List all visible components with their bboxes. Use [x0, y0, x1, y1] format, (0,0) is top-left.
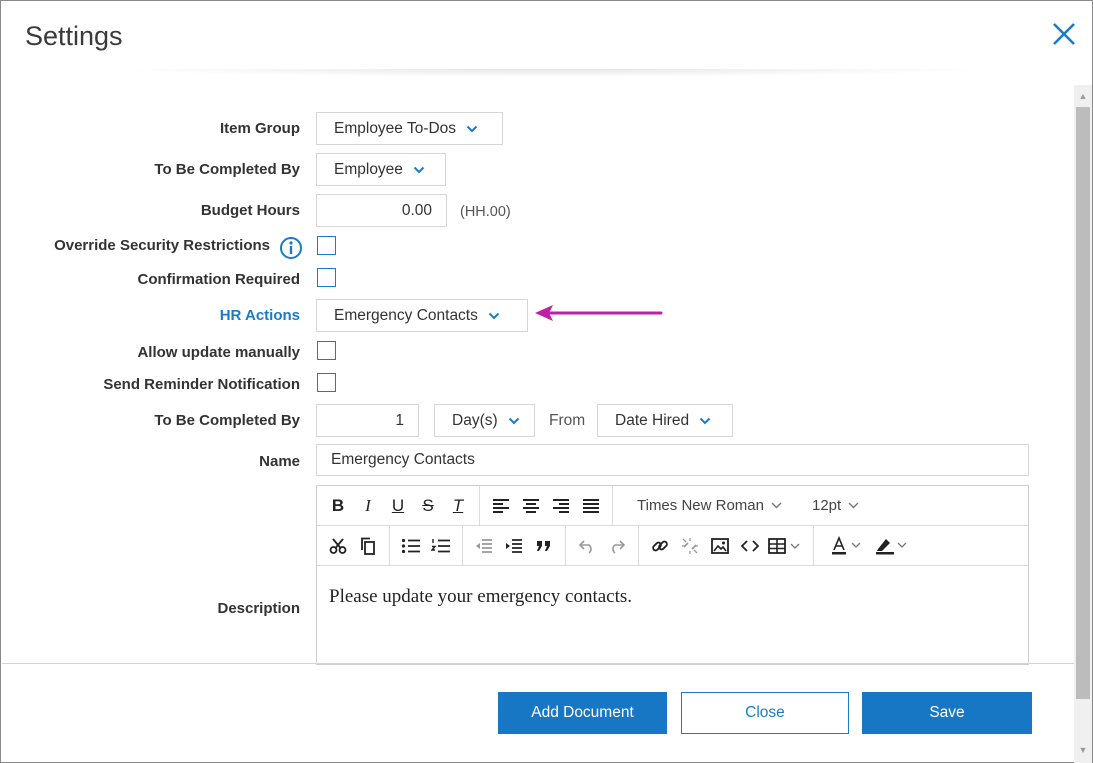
name-value: Emergency Contacts — [331, 451, 475, 468]
link-icon[interactable] — [645, 531, 675, 561]
alignment-group — [480, 485, 613, 526]
completed-by-value: Employee — [334, 160, 403, 178]
name-input[interactable]: Emergency Contacts — [316, 444, 1029, 476]
scrollbar-thumb[interactable] — [1076, 107, 1090, 699]
chevron-down-icon — [466, 125, 478, 132]
clear-format-button[interactable]: T — [443, 491, 473, 521]
copy-icon[interactable] — [353, 531, 383, 561]
outdent-icon[interactable] — [469, 531, 499, 561]
hr-actions-link[interactable]: HR Actions — [220, 307, 300, 324]
confirmation-required-label: Confirmation Required — [137, 271, 300, 288]
unlink-icon[interactable] — [675, 531, 705, 561]
scrollbar[interactable]: ▲ ▼ — [1074, 85, 1092, 763]
align-center-icon[interactable] — [516, 491, 546, 521]
from-label: From — [549, 412, 586, 429]
editor-toolbar-row-1: B I U S T Times New Roman 12pt — [317, 485, 1028, 526]
font-size-value: 12pt — [811, 497, 842, 514]
list-group — [390, 525, 463, 566]
add-document-button[interactable]: Add Document — [498, 692, 667, 734]
bullet-list-icon[interactable] — [396, 531, 426, 561]
allow-update-label: Allow update manually — [137, 344, 300, 361]
align-left-icon[interactable] — [486, 491, 516, 521]
italic-button[interactable]: I — [353, 491, 383, 521]
source-code-icon[interactable] — [735, 531, 765, 561]
completed-by-select[interactable]: Employee — [316, 153, 446, 186]
save-button[interactable]: Save — [862, 692, 1032, 734]
completed-by-label: To Be Completed By — [154, 161, 300, 178]
underline-button[interactable]: U — [383, 491, 413, 521]
header-divider — [111, 69, 991, 77]
budget-hours-label: Budget Hours — [200, 202, 300, 219]
numbered-list-icon[interactable] — [426, 531, 456, 561]
chevron-down-icon — [508, 417, 519, 424]
annotation-arrow — [535, 305, 663, 321]
footer-divider — [2, 663, 1074, 664]
budget-hours-input[interactable]: 0.00 — [316, 194, 447, 227]
chevron-down-icon — [699, 417, 711, 424]
text-color-icon[interactable] — [828, 531, 872, 561]
cut-icon[interactable] — [323, 531, 353, 561]
font-group: Times New Roman 12pt — [613, 486, 873, 526]
override-security-checkbox[interactable] — [317, 236, 336, 255]
color-group — [814, 526, 922, 566]
budget-hours-hint: (HH.00) — [460, 204, 511, 220]
confirmation-required-checkbox[interactable] — [317, 268, 336, 287]
override-security-label: Override Security Restrictions — [54, 237, 270, 254]
completed-by-unit-value: Day(s) — [452, 411, 498, 429]
close-icon[interactable] — [1049, 19, 1079, 49]
text-style-group: B I U S T — [317, 485, 480, 526]
undo-icon[interactable] — [572, 531, 602, 561]
history-group — [566, 525, 639, 566]
insert-group — [639, 525, 814, 566]
name-label: Name — [259, 453, 300, 470]
chevron-down-icon — [848, 502, 859, 509]
align-right-icon[interactable] — [546, 491, 576, 521]
dialog-title: Settings — [25, 21, 123, 51]
from-select[interactable]: Date Hired — [597, 404, 733, 437]
hr-actions-value: Emergency Contacts — [334, 306, 478, 324]
strikethrough-button[interactable]: S — [413, 491, 443, 521]
completed-by-time-label: To Be Completed By — [154, 412, 300, 429]
editor-toolbar-row-2 — [317, 525, 1028, 566]
indent-icon[interactable] — [499, 531, 529, 561]
send-reminder-checkbox[interactable] — [317, 373, 336, 392]
blockquote-icon[interactable] — [529, 531, 559, 561]
completed-by-amount-value: 1 — [395, 411, 404, 429]
align-justify-icon[interactable] — [576, 491, 606, 521]
description-editor[interactable]: B I U S T Times New Roman 12pt Please up… — [316, 485, 1029, 665]
item-group-value: Employee To-Dos — [334, 119, 457, 137]
font-family-dropdown[interactable]: Times New Roman — [629, 491, 790, 521]
redo-icon[interactable] — [602, 531, 632, 561]
allow-update-checkbox[interactable] — [317, 341, 336, 360]
indent-group — [463, 525, 566, 566]
completed-by-amount-input[interactable]: 1 — [316, 404, 419, 437]
budget-hours-value: 0.00 — [401, 201, 432, 219]
highlight-color-icon[interactable] — [872, 531, 916, 561]
chevron-down-icon — [413, 166, 425, 173]
scroll-up-icon[interactable]: ▲ — [1074, 87, 1092, 105]
hr-actions-select[interactable]: Emergency Contacts — [316, 299, 528, 332]
image-icon[interactable] — [705, 531, 735, 561]
send-reminder-label: Send Reminder Notification — [103, 376, 300, 393]
description-label: Description — [217, 600, 300, 617]
item-group-select[interactable]: Employee To-Dos — [316, 112, 503, 145]
chevron-down-icon — [488, 312, 500, 319]
font-family-value: Times New Roman — [637, 497, 764, 514]
font-size-dropdown[interactable]: 12pt — [804, 491, 867, 521]
chevron-down-icon — [771, 502, 782, 509]
clipboard-group — [317, 525, 390, 566]
completed-by-unit-select[interactable]: Day(s) — [434, 404, 535, 437]
bold-button[interactable]: B — [323, 491, 353, 521]
scroll-down-icon[interactable]: ▼ — [1074, 741, 1092, 759]
table-icon[interactable] — [765, 531, 807, 561]
item-group-label: Item Group — [219, 120, 300, 137]
info-icon[interactable] — [279, 236, 303, 260]
description-content[interactable]: Please update your emergency contacts. — [329, 586, 632, 608]
settings-dialog: Settings Item Group Employee To-Dos To B… — [0, 0, 1093, 763]
close-button[interactable]: Close — [681, 692, 849, 734]
from-value: Date Hired — [615, 411, 690, 429]
